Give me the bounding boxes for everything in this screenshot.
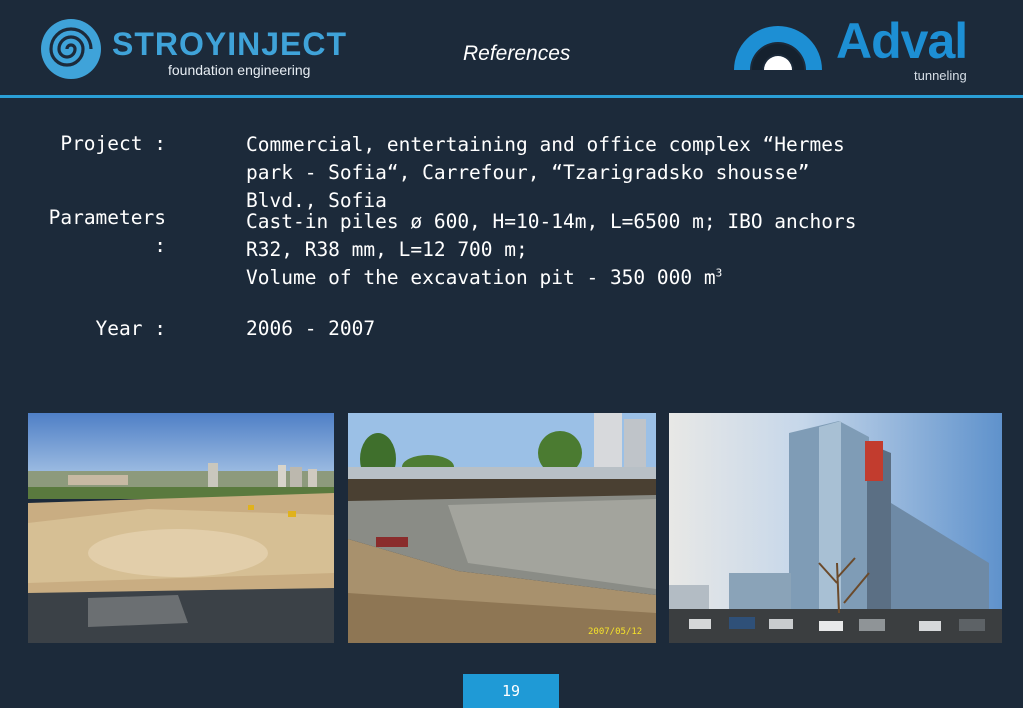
partner-name: Adval [836,13,968,69]
page-number: 19 [463,674,559,708]
photo-datestamp: 2007/05/12 [588,627,642,637]
parameters-value: Cast-in piles ø 600, H=10-14m, L=6500 m;… [246,208,1006,292]
site-photo-1 [28,413,334,643]
page-title: References [463,42,571,65]
parameters-volume-text: Volume of the excavation pit - 350 000 m [246,266,716,289]
parameters-line: R32, R38 mm, L=12 700 m; [246,238,528,261]
year-label: Year : [95,317,166,340]
partner-tagline: tunneling [914,68,967,83]
year-value: 2006 - 2007 [246,317,376,340]
swirl-icon [41,19,101,79]
project-value: Commercial, entertaining and office comp… [246,131,1006,215]
header-divider [0,95,1023,98]
project-label: Project : [60,132,166,155]
tunnel-arch-icon [734,26,822,70]
cubic-superscript: 3 [715,266,723,280]
brand-tagline: foundation engineering [168,62,311,78]
parameters-label-text: Parameters [48,206,166,229]
parameters-line: Cast-in piles ø 600, H=10-14m, L=6500 m;… [246,210,857,233]
brand-name: STROYINJECT [112,26,348,62]
stroyinject-logo: STROYINJECT foundation engineering [40,18,346,82]
adval-logo: Adval tunneling [732,13,982,86]
project-line: Commercial, entertaining and office comp… [246,133,845,156]
parameters-label-colon: : [154,234,166,257]
project-line: park - Sofia“, Carrefour, “Tzarigradsko … [246,161,810,184]
parameters-line: Volume of the excavation pit - 350 000 m… [246,264,1006,292]
parameters-label: Parameters : [10,204,166,260]
site-photo-2: 2007/05/12 [348,413,656,643]
site-photo-3 [669,413,1002,643]
